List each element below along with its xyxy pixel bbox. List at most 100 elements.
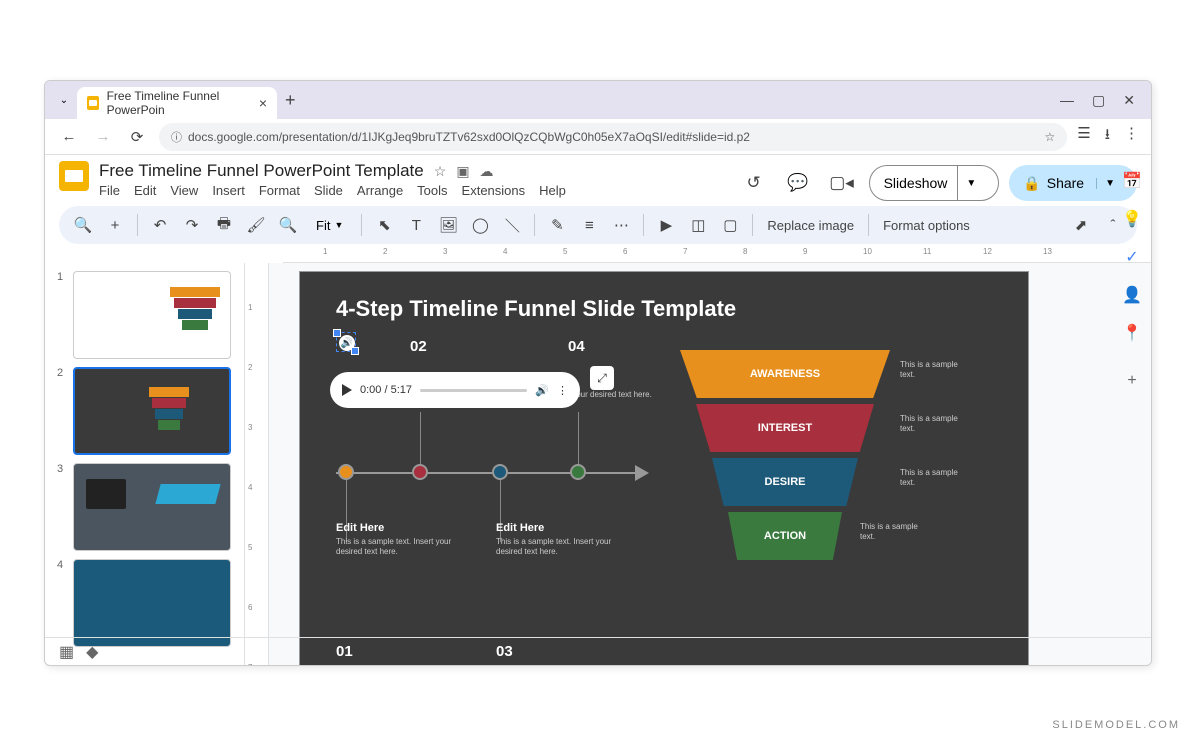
border-weight-icon[interactable]: ≡ [575,211,603,239]
funnel-desire[interactable]: DESIRE [712,458,858,506]
cloud-icon[interactable]: ☁ [480,163,494,180]
textbox-icon[interactable]: T [402,211,430,239]
thumb-3[interactable] [73,463,231,551]
reload-button[interactable]: ⟳ [125,125,149,149]
motion-icon[interactable]: ▶ [652,211,680,239]
slide-title[interactable]: 4-Step Timeline Funnel Slide Template [336,296,736,322]
step-02[interactable]: 02 [410,338,427,355]
awareness-desc[interactable]: This is a sample text. [900,360,970,381]
border-dash-icon[interactable]: ⋯ [607,211,635,239]
slides-logo[interactable] [59,161,89,191]
close-window-icon[interactable]: ✕ [1123,92,1135,109]
zoom-select[interactable]: Fit▼ [306,218,353,233]
audio-progress[interactable] [420,389,527,392]
history-icon[interactable]: ↺ [737,166,771,200]
comments-icon[interactable]: 💬 [781,166,815,200]
step-03-text[interactable]: Edit HereThis is a sample text. Insert y… [496,522,616,558]
grid-view-icon[interactable]: ▦ [59,642,74,662]
watermark: SLIDEMODEL.COM [1052,719,1180,731]
play-icon[interactable] [342,384,352,396]
tab-search-button[interactable]: ⌄ [51,87,77,113]
zoom-icon[interactable]: 🔍 [274,211,302,239]
menu-format[interactable]: Format [259,183,300,198]
desire-desc[interactable]: This is a sample text. [900,468,970,489]
print-icon[interactable]: 🖶 [210,211,238,239]
undo-icon[interactable]: ↶ [146,211,174,239]
menu-slide[interactable]: Slide [314,183,343,198]
site-info-icon[interactable]: ⓘ [171,129,182,145]
maximize-icon[interactable]: ▢ [1092,92,1105,109]
step-01-text[interactable]: Edit HereThis is a sample text. Insert y… [336,522,456,558]
audio-player[interactable]: 0:00 / 5:17 🔊 ⋮ [330,372,580,408]
tasks-icon[interactable]: ✓ [1122,247,1142,267]
maps-icon[interactable]: 📍 [1122,323,1142,343]
funnel-action[interactable]: ACTION [728,512,842,560]
menu-edit[interactable]: Edit [134,183,156,198]
select-tool-icon[interactable]: ⬉ [370,211,398,239]
menu-view[interactable]: View [170,183,198,198]
line-icon[interactable]: ＼ [498,211,526,239]
pointer-mode-icon[interactable]: ⬈ [1067,211,1095,239]
slideshow-button[interactable]: Slideshow ▼ [869,165,1000,201]
thumb-1[interactable] [73,271,231,359]
action-desc[interactable]: This is a sample text. [860,522,930,543]
step-04[interactable]: 04 [568,338,585,355]
dot-1[interactable] [338,464,354,480]
new-tab-button[interactable]: + [285,90,296,111]
url-text: docs.google.com/presentation/d/1IJKgJeq9… [188,130,750,144]
slideshow-dropdown[interactable]: ▼ [957,166,984,200]
new-slide-button[interactable]: + [101,211,129,239]
border-color-icon[interactable]: ✎ [543,211,571,239]
bookmark-icon[interactable]: ☆ [1045,130,1056,144]
minimize-icon[interactable]: — [1060,92,1074,109]
paint-format-icon[interactable]: 🖌 [242,211,270,239]
funnel-interest[interactable]: INTEREST [696,404,874,452]
download-icon[interactable]: ⭳ [1105,124,1110,149]
menu-file[interactable]: File [99,183,120,198]
volume-icon[interactable]: 🔊 [535,384,549,397]
keep-icon[interactable]: 💡 [1122,209,1142,229]
replace-image-button[interactable]: Replace image [761,218,860,233]
crop-icon[interactable]: ◫ [684,211,712,239]
interest-desc[interactable]: This is a sample text. [900,414,970,435]
slide[interactable]: 4-Step Timeline Funnel Slide Template 🔊 … [299,271,1029,666]
mask-icon[interactable]: ▢ [716,211,744,239]
slides-favicon [87,96,99,110]
shape-icon[interactable]: ◯ [466,211,494,239]
url-input[interactable]: ⓘ docs.google.com/presentation/d/1IJKgJe… [159,123,1067,151]
format-options-button[interactable]: Format options [877,218,976,233]
star-icon[interactable]: ☆ [434,163,447,180]
dot-2[interactable] [412,464,428,480]
chrome-menu-icon[interactable]: ⋮ [1124,124,1139,149]
forward-button[interactable]: → [91,125,115,149]
tab-close-icon[interactable]: × [259,95,267,111]
explore-icon[interactable]: ◆ [86,642,98,662]
search-menus-icon[interactable]: 🔍 [69,211,97,239]
add-addon-icon[interactable]: + [1122,371,1142,391]
image-icon[interactable]: 🖼 [434,211,462,239]
contacts-icon[interactable]: 👤 [1122,285,1142,305]
menu-tools[interactable]: Tools [417,183,447,198]
browser-tab[interactable]: Free Timeline Funnel PowerPoin × [77,87,277,119]
audio-selection[interactable]: 🔊 [336,332,356,352]
doc-title[interactable]: Free Timeline Funnel PowerPoint Template [99,161,424,181]
toolbar: 🔍 + ↶ ↷ 🖶 🖌 🔍 Fit▼ ⬉ T 🖼 ◯ ＼ ✎ ≡ ⋯ ▶ ◫ ▢… [45,201,1151,245]
funnel-awareness[interactable]: AWARENESS [680,350,890,398]
thumb-2[interactable] [73,367,231,455]
back-button[interactable]: ← [57,125,81,149]
dot-3[interactable] [492,464,508,480]
reading-list-icon[interactable]: ☰ [1077,124,1090,149]
menu-insert[interactable]: Insert [212,183,245,198]
move-icon[interactable]: ▣ [456,163,469,180]
redo-icon[interactable]: ↷ [178,211,206,239]
popout-icon[interactable]: ⤢ [590,366,614,390]
menu-arrange[interactable]: Arrange [357,183,403,198]
menu-help[interactable]: Help [539,183,566,198]
meet-icon[interactable]: ▢◂ [825,166,859,200]
menu-extensions[interactable]: Extensions [462,183,526,198]
calendar-icon[interactable]: 📅 [1122,171,1142,191]
thumb-4[interactable] [73,559,231,647]
canvas[interactable]: 4-Step Timeline Funnel Slide Template 🔊 … [269,263,1151,666]
dot-4[interactable] [570,464,586,480]
audio-menu-icon[interactable]: ⋮ [557,384,568,397]
